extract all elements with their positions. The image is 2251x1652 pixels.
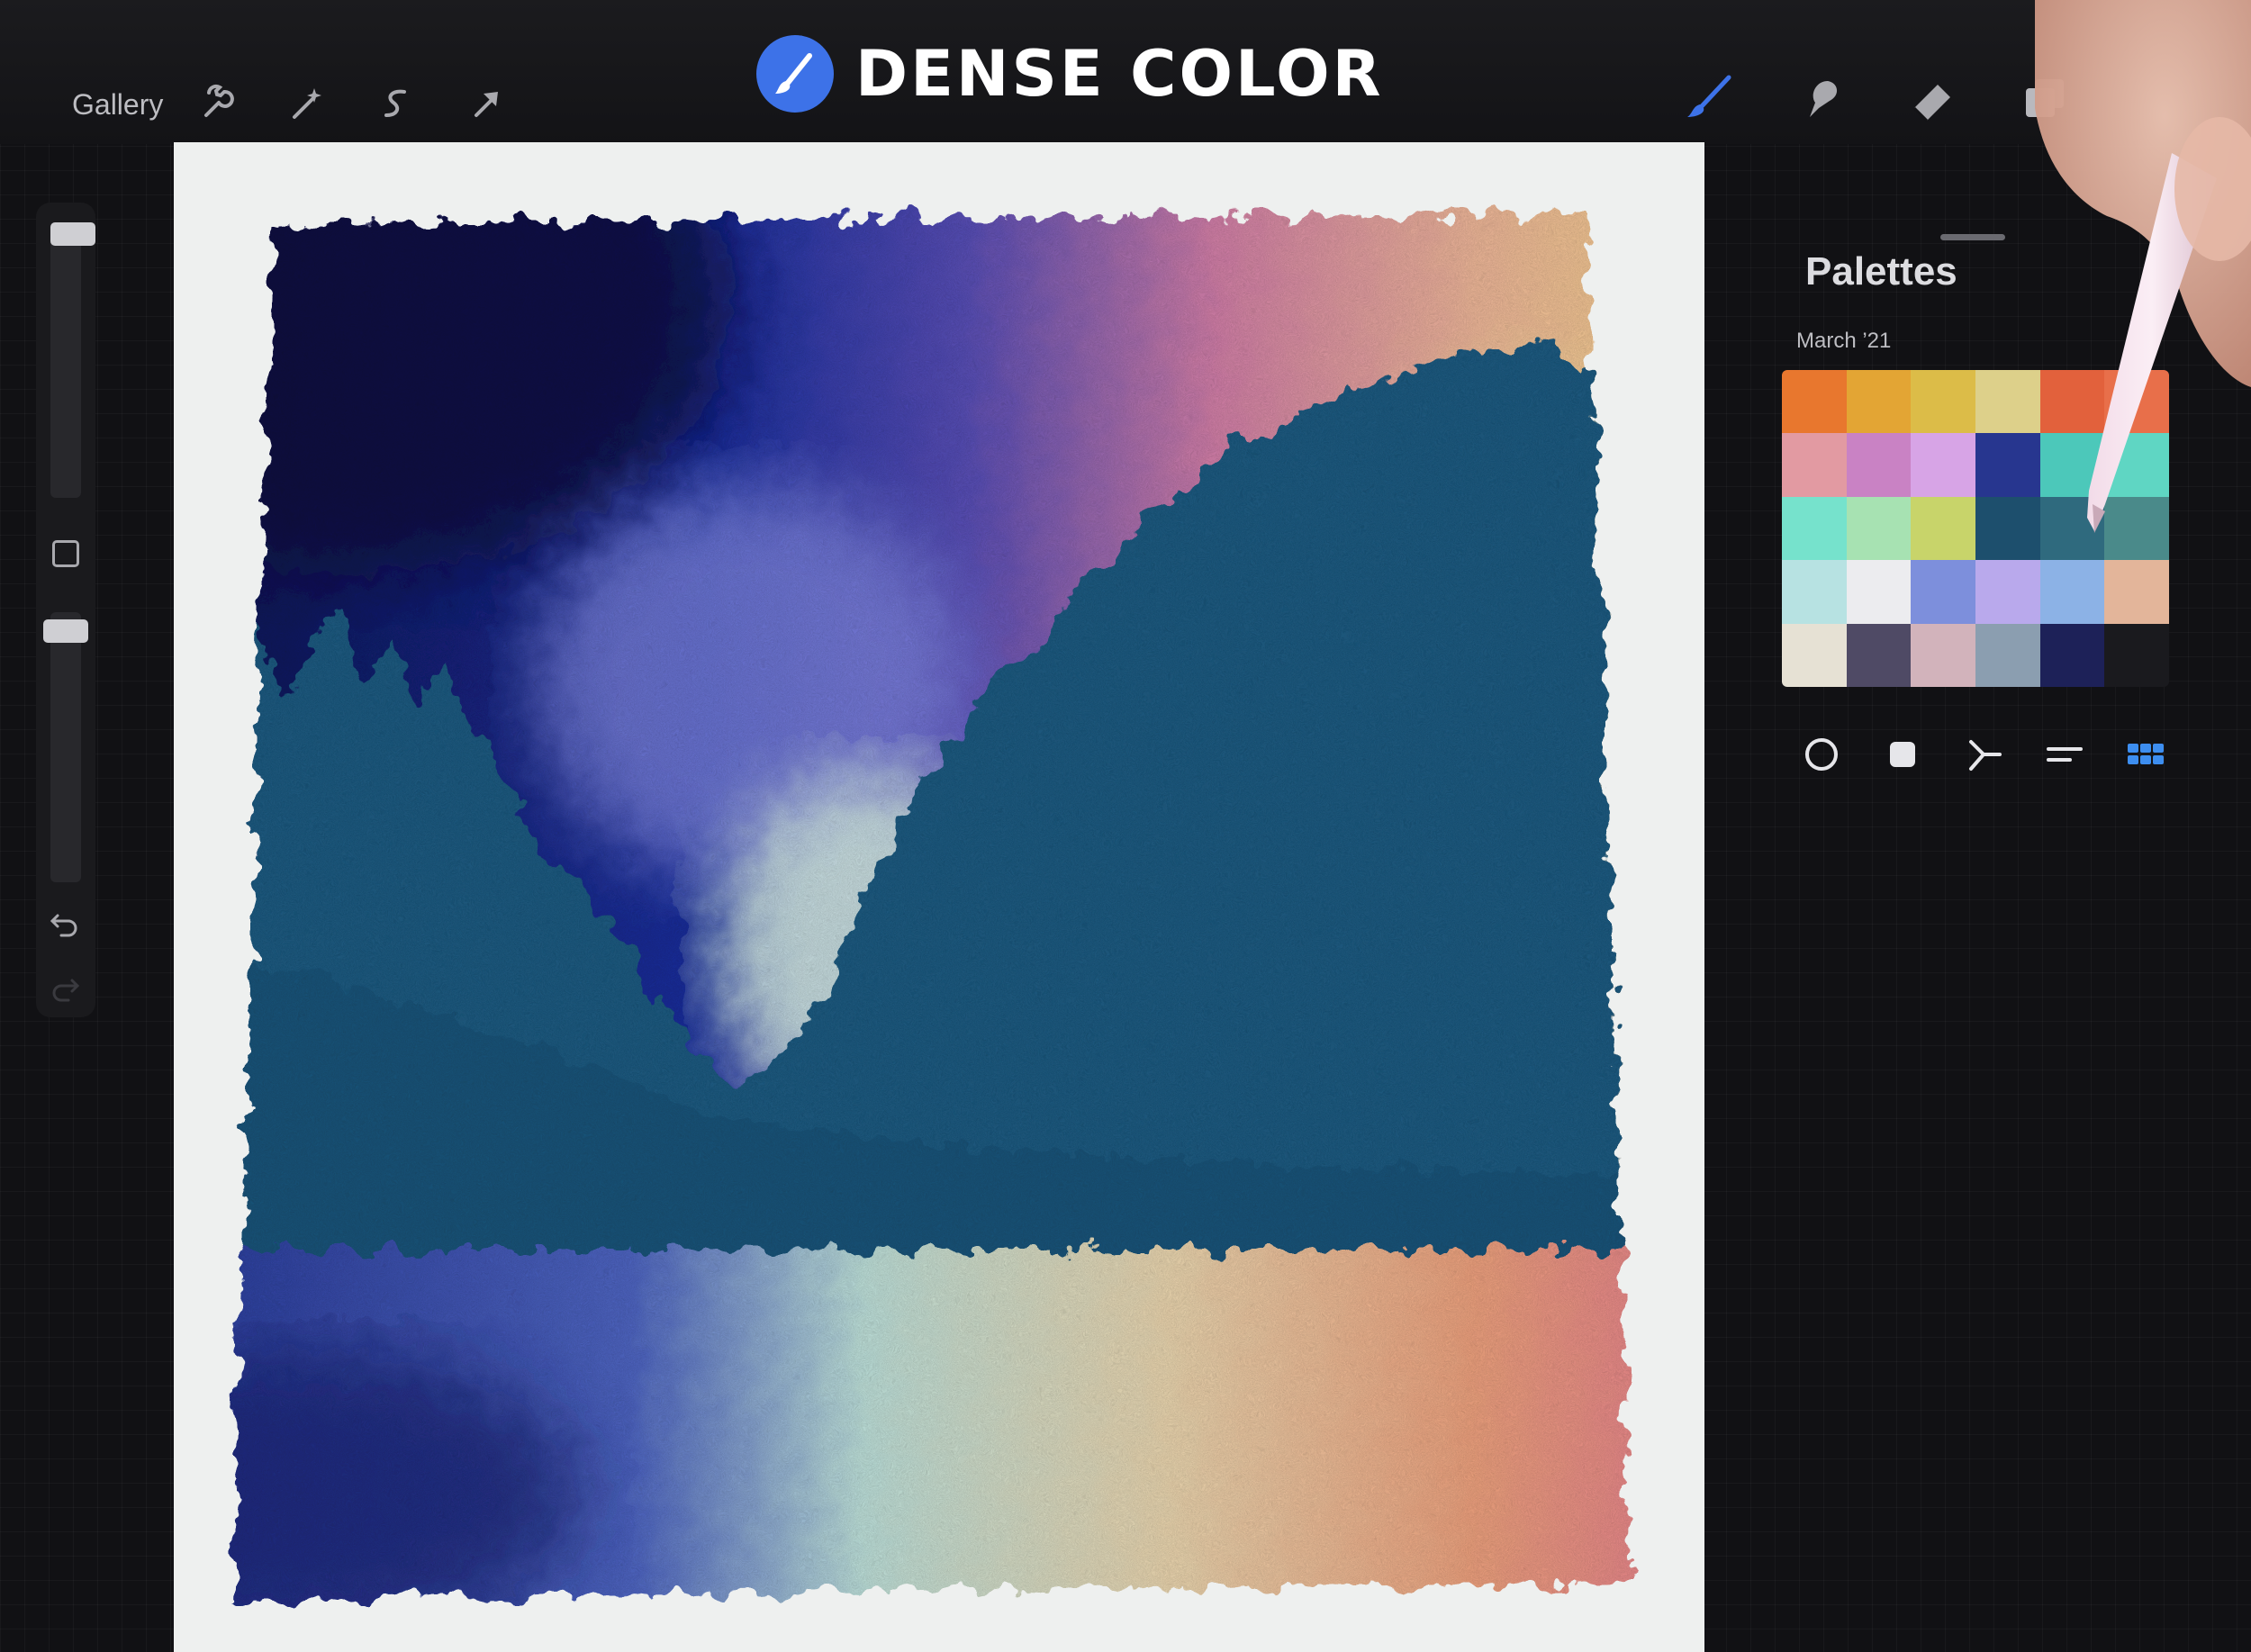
palette-name: March ’21 (1796, 329, 1892, 353)
color-swatch-14[interactable] (1846, 496, 1912, 561)
brush-icon[interactable] (1682, 72, 1736, 126)
color-swatch-9[interactable] (1911, 433, 1975, 497)
color-swatch-20[interactable] (1846, 560, 1912, 624)
page-title: DENSE COLOR (855, 36, 1384, 111)
color-swatch-25[interactable] (1782, 623, 1847, 687)
procreate-screen: Gallery DENSE COLOR Palettes March ’21 (0, 0, 2251, 1652)
color-swatch-23[interactable] (2039, 560, 2105, 624)
harmony-icon[interactable] (1958, 729, 2009, 780)
opacity-slider[interactable] (50, 612, 81, 882)
panel-drag-handle[interactable] (1940, 234, 2005, 240)
magic-wand-icon[interactable] (284, 81, 329, 126)
color-swatch-24[interactable] (2104, 560, 2169, 624)
undo-icon[interactable] (47, 905, 83, 941)
selection-icon[interactable] (374, 81, 419, 126)
wrench-icon[interactable] (194, 81, 239, 126)
smudge-icon[interactable] (1794, 72, 1848, 126)
color-swatch-1[interactable] (1782, 370, 1847, 434)
modify-square-icon[interactable] (52, 540, 79, 567)
color-swatch-19[interactable] (1782, 560, 1847, 624)
palettes-title: Palettes (1805, 249, 1957, 293)
color-swatch-22[interactable] (1975, 560, 2040, 624)
square-icon[interactable] (1877, 729, 1928, 780)
color-swatch-26[interactable] (1846, 623, 1912, 687)
eraser-icon[interactable] (1905, 72, 1959, 126)
brush-size-handle[interactable] (50, 222, 95, 246)
brush-size-slider[interactable] (50, 228, 81, 498)
move-arrow-icon[interactable] (464, 81, 509, 126)
color-swatch-15[interactable] (1911, 496, 1975, 561)
value-sliders-icon[interactable] (2039, 729, 2090, 780)
color-swatch-13[interactable] (1782, 496, 1847, 561)
opacity-handle[interactable] (43, 619, 88, 643)
color-swatch-2[interactable] (1846, 370, 1912, 434)
color-swatch-30[interactable] (2104, 623, 2169, 687)
left-sidebar (36, 203, 95, 1017)
color-swatch-28[interactable] (1975, 623, 2040, 687)
disc-icon[interactable] (1796, 729, 1847, 780)
color-swatch-27[interactable] (1911, 623, 1975, 687)
drawing-canvas[interactable] (174, 142, 1704, 1652)
top-toolbar: Gallery DENSE COLOR (0, 0, 2251, 144)
color-swatch-21[interactable] (1911, 560, 1975, 624)
brush-logo-icon (756, 34, 834, 113)
color-swatch-29[interactable] (2039, 623, 2105, 687)
redo-icon[interactable] (47, 970, 83, 1006)
color-swatch-7[interactable] (1782, 433, 1847, 497)
title-banner: DENSE COLOR (756, 31, 1384, 116)
color-swatch-3[interactable] (1911, 370, 1975, 434)
hand-with-stylus (2035, 0, 2251, 533)
gallery-button[interactable]: Gallery (72, 88, 163, 122)
color-mode-toolbar (1796, 729, 2174, 783)
palette-grid-icon[interactable] (2120, 729, 2171, 780)
color-swatch-8[interactable] (1846, 433, 1912, 497)
landscape-painting (232, 214, 1632, 1601)
